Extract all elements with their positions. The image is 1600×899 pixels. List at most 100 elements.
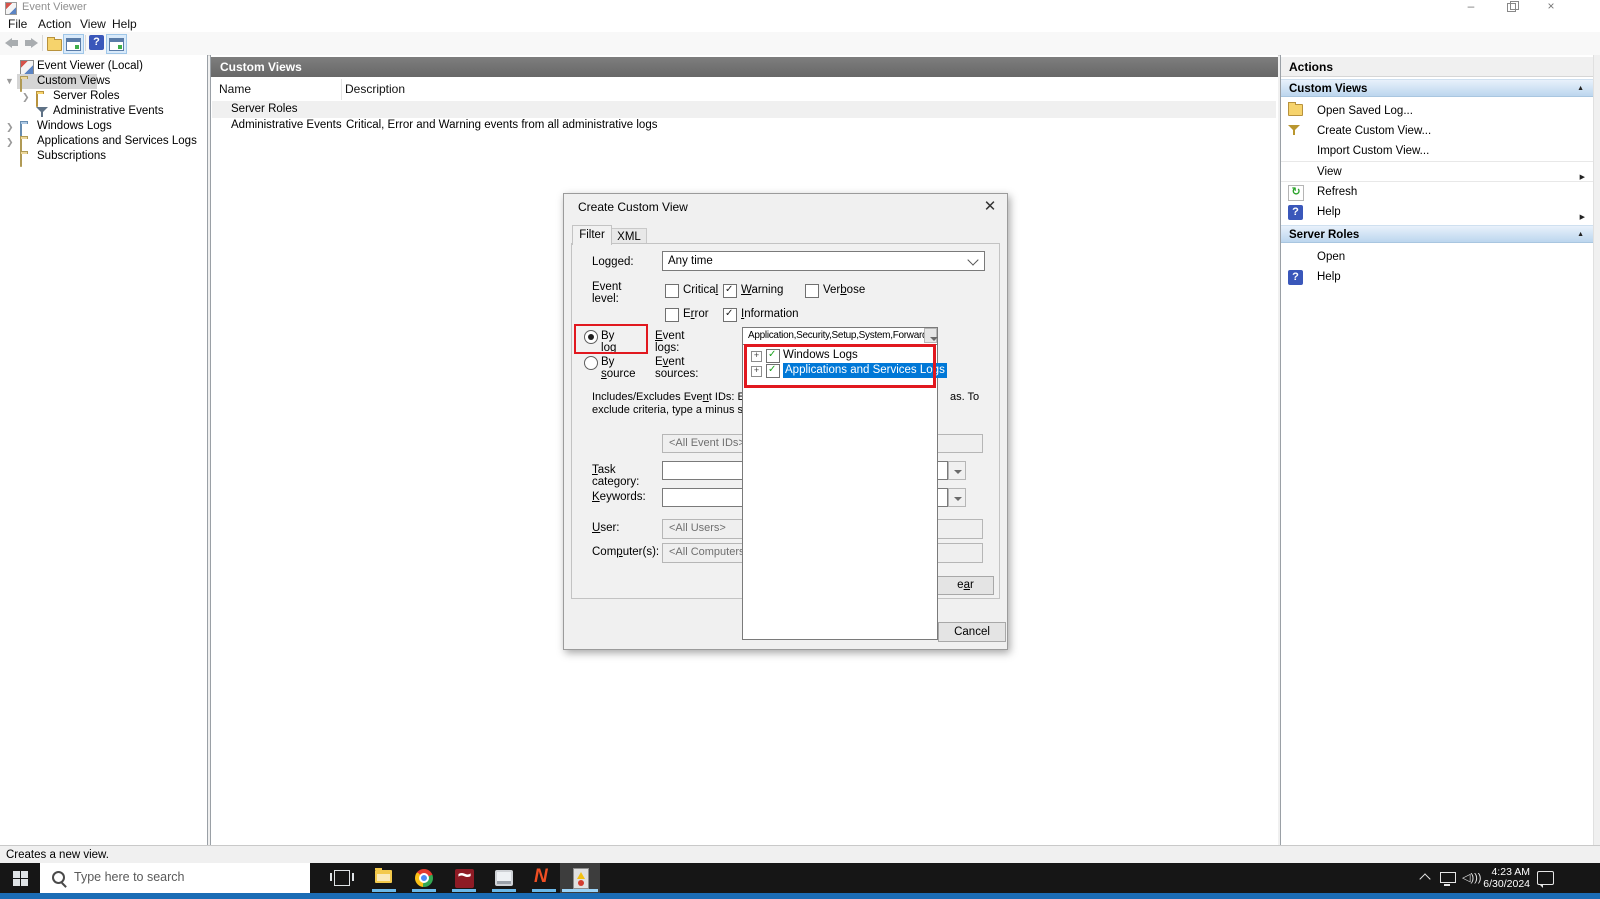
taskbar-search[interactable]: Type here to search bbox=[40, 863, 310, 893]
section-header-label: Custom Views bbox=[1289, 83, 1368, 95]
tree-item-label: Applications and Services Logs bbox=[37, 135, 197, 147]
running-indicator bbox=[412, 889, 436, 892]
radio-by-log-label[interactable]: By log bbox=[601, 330, 616, 354]
expand-plus-icon[interactable]: + bbox=[751, 366, 762, 377]
checkbox-applications-services-logs[interactable] bbox=[766, 364, 780, 378]
radio-by-log[interactable] bbox=[584, 330, 598, 344]
dropdown-item-windows-logs[interactable]: + Windows Logs bbox=[743, 348, 937, 363]
console-window-icon bbox=[109, 38, 124, 51]
action-open[interactable]: Open bbox=[1281, 247, 1594, 267]
clock[interactable]: 4:23 AM 6/30/2024 bbox=[1478, 866, 1530, 890]
action-help-server-roles[interactable]: ? Help bbox=[1281, 267, 1594, 287]
minimize-button[interactable]: – bbox=[1464, 0, 1478, 13]
tab-filter[interactable]: Filter bbox=[572, 225, 612, 245]
radio-by-source-label[interactable]: By source bbox=[601, 356, 636, 380]
close-button[interactable]: × bbox=[1544, 0, 1558, 13]
tree-item-label: Custom Views bbox=[37, 75, 111, 87]
keywords-dropdown-button[interactable] bbox=[948, 488, 966, 507]
tree-item-event-viewer-local[interactable]: Event Viewer (Local) bbox=[0, 59, 207, 75]
keywords-label: Keywords: bbox=[592, 491, 646, 503]
task-category-dropdown-button[interactable] bbox=[948, 461, 966, 480]
show-action-pane-button[interactable] bbox=[106, 34, 127, 54]
running-indicator bbox=[532, 889, 556, 892]
action-import-custom-view[interactable]: Import Custom View... bbox=[1281, 141, 1594, 161]
collapse-icon[interactable]: ▲ bbox=[1577, 231, 1584, 239]
tree-item-server-roles[interactable]: ❯ Server Roles bbox=[0, 89, 207, 107]
menu-help[interactable]: Help bbox=[112, 17, 137, 31]
toolbar-separator bbox=[42, 35, 43, 51]
action-center-icon[interactable] bbox=[1537, 871, 1554, 888]
tree-item-administrative-events[interactable]: Administrative Events bbox=[0, 104, 207, 119]
dropdown-item-applications-services-logs[interactable]: + Applications and Services Logs bbox=[743, 363, 947, 378]
tree-item-applications-services-logs[interactable]: ❯ Applications and Services Logs bbox=[0, 134, 207, 152]
checkbox-warning-label[interactable]: Warning bbox=[741, 284, 783, 296]
tree-item-custom-views[interactable]: ▼ Custom Views bbox=[0, 74, 207, 92]
title-bar: Event Viewer – × bbox=[0, 0, 1600, 15]
action-open-saved-log[interactable]: Open Saved Log... bbox=[1281, 101, 1594, 121]
checkbox-critical-label[interactable]: Critical bbox=[683, 284, 718, 296]
menu-file[interactable]: File bbox=[8, 17, 27, 31]
actions-section-server-roles[interactable]: Server Roles ▲ bbox=[1281, 225, 1594, 243]
row-name: Server Roles bbox=[231, 103, 298, 115]
show-console-tree-button[interactable] bbox=[63, 34, 84, 54]
checkbox-verbose[interactable] bbox=[805, 284, 819, 298]
tree-item-windows-logs[interactable]: ❯ Windows Logs bbox=[0, 119, 207, 137]
event-logs-dropdown-button[interactable] bbox=[924, 328, 938, 343]
menu-action[interactable]: Action bbox=[38, 17, 71, 31]
toolbar: ? bbox=[0, 32, 1600, 56]
action-help[interactable]: ? Help ▶ bbox=[1281, 202, 1594, 222]
actions-section-custom-views[interactable]: Custom Views ▲ bbox=[1281, 79, 1594, 97]
column-divider[interactable] bbox=[341, 79, 342, 100]
checkbox-information-label[interactable]: Information bbox=[741, 308, 799, 320]
tree-item-label: Windows Logs bbox=[37, 120, 112, 132]
row-description: Critical, Error and Warning events from … bbox=[346, 119, 658, 131]
help-toolbar-button[interactable]: ? bbox=[88, 34, 107, 52]
task-view-icon bbox=[330, 870, 354, 886]
clear-button[interactable]: ear bbox=[938, 576, 994, 595]
action-label: Open Saved Log... bbox=[1317, 105, 1413, 117]
tree-item-subscriptions[interactable]: Subscriptions bbox=[0, 149, 207, 167]
radio-by-source[interactable] bbox=[584, 356, 598, 370]
help-icon: ? bbox=[1288, 205, 1303, 220]
expand-plus-icon[interactable]: + bbox=[751, 351, 762, 362]
search-placeholder: Type here to search bbox=[74, 870, 185, 884]
task-view-button[interactable] bbox=[322, 863, 362, 893]
action-refresh[interactable]: ↻ Refresh bbox=[1281, 182, 1594, 202]
checkbox-warning[interactable] bbox=[723, 284, 737, 298]
cancel-button[interactable]: Cancel bbox=[938, 622, 1006, 642]
checkbox-critical[interactable] bbox=[665, 284, 679, 298]
checkbox-error[interactable] bbox=[665, 308, 679, 322]
menu-view[interactable]: View bbox=[80, 17, 106, 31]
event-logs-combobox[interactable]: Application,Security,Setup,System,Forwar… bbox=[742, 327, 938, 345]
actions-scrollbar[interactable] bbox=[1593, 55, 1600, 845]
checkbox-windows-logs[interactable] bbox=[766, 349, 780, 363]
checkbox-information[interactable] bbox=[723, 308, 737, 322]
table-row[interactable]: Administrative Events Critical, Error an… bbox=[212, 117, 1276, 134]
chevron-down-icon[interactable]: ▼ bbox=[5, 74, 14, 89]
start-button[interactable] bbox=[0, 863, 40, 893]
table-row[interactable]: Server Roles bbox=[212, 101, 1276, 118]
checkbox-verbose-label[interactable]: Verbose bbox=[823, 284, 865, 296]
network-icon[interactable] bbox=[1440, 872, 1456, 886]
chevron-right-icon[interactable]: ❯ bbox=[22, 90, 30, 105]
dialog-close-icon[interactable]: ✕ bbox=[981, 198, 999, 216]
action-create-custom-view[interactable]: Create Custom View... bbox=[1281, 121, 1594, 141]
checkbox-error-label[interactable]: Error bbox=[683, 308, 709, 320]
logged-combobox[interactable]: Any time bbox=[662, 251, 985, 271]
chevron-right-icon[interactable]: ❯ bbox=[6, 120, 14, 135]
event-viewer-icon bbox=[20, 60, 34, 75]
action-view[interactable]: View ▶ bbox=[1281, 162, 1594, 182]
export-folder-icon bbox=[47, 37, 62, 51]
search-icon bbox=[52, 871, 65, 884]
column-header-description[interactable]: Description bbox=[345, 79, 405, 100]
column-header-name[interactable]: Name bbox=[219, 79, 251, 100]
back-button[interactable] bbox=[3, 34, 22, 52]
restore-button[interactable] bbox=[1504, 0, 1519, 13]
running-indicator bbox=[492, 889, 516, 892]
running-indicator bbox=[452, 889, 476, 892]
collapse-icon[interactable]: ▲ bbox=[1577, 85, 1584, 93]
forward-button[interactable] bbox=[22, 34, 41, 52]
chevron-right-icon[interactable]: ❯ bbox=[6, 135, 14, 150]
tray-expand-icon[interactable] bbox=[1419, 873, 1431, 885]
export-button[interactable] bbox=[45, 34, 64, 52]
